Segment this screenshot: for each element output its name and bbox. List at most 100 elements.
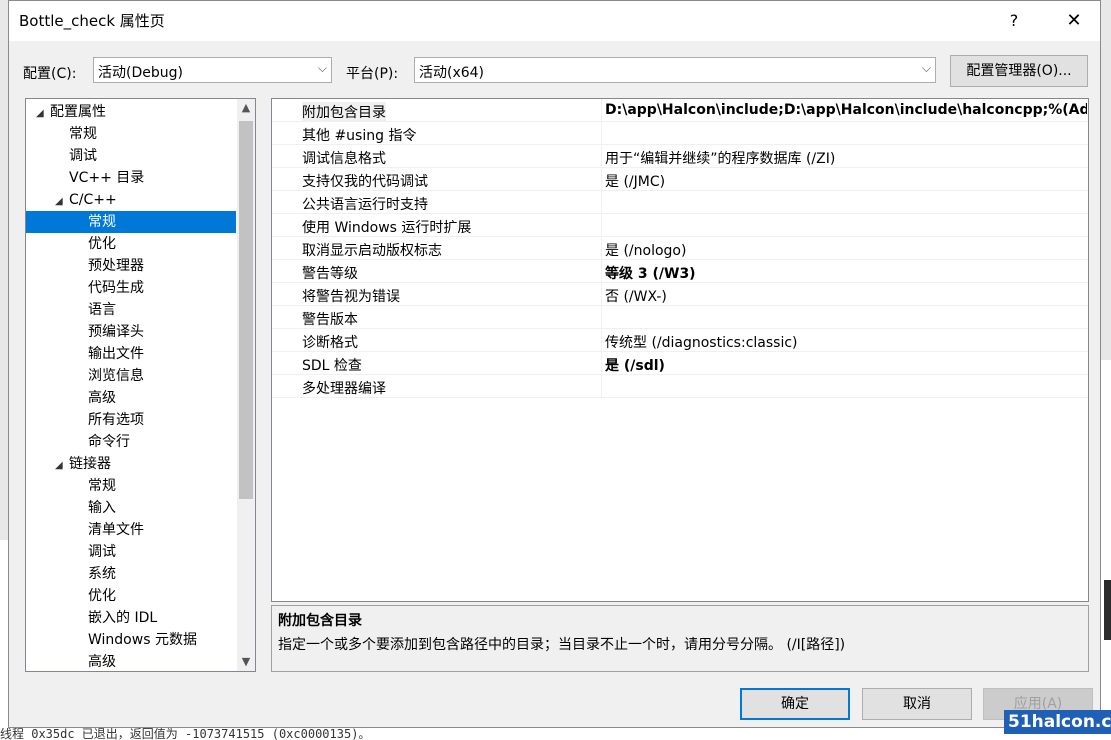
property-row[interactable]: 附加包含目录 D:\app\Halcon\include;D:\app\Halco… — [272, 99, 1088, 122]
property-row[interactable]: 警告等级 等级 3 (/W3) — [272, 260, 1088, 283]
tree-item[interactable]: 输入 — [26, 497, 236, 519]
tree-item[interactable]: 所有选项 — [26, 409, 236, 431]
scroll-thumb[interactable] — [239, 121, 253, 499]
expand-triangle-icon[interactable]: ◢ — [36, 103, 50, 125]
property-pages-dialog: Bottle_check 属性页 ? ✕ 配置(C): 活动(Debug) ⌵ … — [8, 0, 1101, 728]
tree-item-label: 预编译头 — [88, 324, 144, 340]
expand-triangle-icon[interactable]: ◢ — [55, 455, 69, 477]
property-name: 警告等级 — [302, 266, 358, 282]
property-row[interactable]: 支持仅我的代码调试 是 (/JMC) — [272, 168, 1088, 191]
property-name: 调试信息格式 — [302, 151, 386, 167]
property-value[interactable]: 是 (/nologo) — [605, 240, 1087, 260]
tree-item-label: 优化 — [88, 588, 116, 604]
tree-item-label: 代码生成 — [88, 280, 144, 296]
tree-item[interactable]: 预编译头 — [26, 321, 236, 343]
chevron-down-icon: ⌵ — [921, 61, 931, 75]
chevron-down-icon: ⌵ — [317, 61, 327, 75]
tree-item-label: VC++ 目录 — [69, 170, 145, 186]
tree-item-label: Windows 元数据 — [88, 632, 197, 648]
column-divider — [601, 168, 602, 191]
help-button[interactable]: ? — [999, 7, 1029, 35]
tree-item[interactable]: 高级 — [26, 651, 236, 671]
column-divider — [601, 145, 602, 168]
property-row[interactable]: 公共语言运行时支持 — [272, 191, 1088, 214]
config-manager-button[interactable]: 配置管理器(O)... — [950, 55, 1088, 87]
tree-item[interactable]: 常规 — [26, 123, 236, 145]
tree-item[interactable]: ◢ C/C++ — [26, 189, 236, 211]
tree-item[interactable]: 常规 — [26, 475, 236, 497]
tree-item[interactable]: ◢ 配置属性 — [26, 101, 236, 123]
property-row[interactable]: 使用 Windows 运行时扩展 — [272, 214, 1088, 237]
property-grid: 附加包含目录 D:\app\Halcon\include;D:\app\Halco… — [271, 98, 1089, 602]
property-name: 附加包含目录 — [302, 102, 386, 122]
tree-item-label: 浏览信息 — [88, 368, 144, 384]
scroll-down-icon[interactable]: ▼ — [237, 653, 255, 671]
property-name: 警告版本 — [302, 312, 358, 328]
tree-item[interactable]: 高级 — [26, 387, 236, 409]
tree-item-label: C/C++ — [69, 192, 117, 208]
property-value[interactable]: 传统型 (/diagnostics:classic) — [605, 332, 1087, 352]
tree-item[interactable]: 语言 — [26, 299, 236, 321]
property-row[interactable]: 将警告视为错误 否 (/WX-) — [272, 283, 1088, 306]
property-value[interactable]: D:\app\Halcon\include;D:\app\Halcon\incl… — [605, 102, 1087, 118]
config-value: 活动(Debug) — [98, 65, 183, 81]
property-row[interactable]: 诊断格式 传统型 (/diagnostics:classic) — [272, 329, 1088, 352]
property-value[interactable]: 用于“编辑并继续”的程序数据库 (/ZI) — [605, 148, 1087, 168]
tree-item[interactable]: Windows 元数据 — [26, 629, 236, 651]
platform-dropdown[interactable]: 活动(x64) ⌵ — [414, 57, 936, 83]
tree-item[interactable]: 常规 — [26, 211, 236, 233]
ok-button[interactable]: 确定 — [740, 688, 850, 720]
tree-item[interactable]: 嵌入的 IDL — [26, 607, 236, 629]
tree-item[interactable]: 浏览信息 — [26, 365, 236, 387]
column-divider — [601, 99, 602, 122]
property-row[interactable]: 其他 #using 指令 — [272, 122, 1088, 145]
column-divider — [601, 375, 602, 398]
property-row[interactable]: 多处理器编译 — [272, 375, 1088, 398]
description-panel: 附加包含目录 指定一个或多个要添加到包含路径中的目录；当目录不止一个时，请用分号… — [271, 605, 1089, 672]
property-row[interactable]: 调试信息格式 用于“编辑并继续”的程序数据库 (/ZI) — [272, 145, 1088, 168]
close-icon[interactable]: ✕ — [1057, 7, 1091, 35]
expand-triangle-icon[interactable]: ◢ — [55, 191, 69, 213]
tree-item[interactable]: 预处理器 — [26, 255, 236, 277]
property-value[interactable]: 否 (/WX-) — [605, 286, 1087, 306]
property-row[interactable]: 取消显示启动版权标志 是 (/nologo) — [272, 237, 1088, 260]
cancel-button[interactable]: 取消 — [862, 688, 972, 720]
tree-item[interactable]: 调试 — [26, 145, 236, 167]
tree-item-label: 高级 — [88, 390, 116, 406]
tree-item-label: 调试 — [88, 544, 116, 560]
tree-item-label: 常规 — [88, 478, 116, 494]
tree-item-label: 高级 — [88, 654, 116, 670]
column-divider — [601, 191, 602, 214]
tree-item-label: 输出文件 — [88, 346, 144, 362]
config-dropdown[interactable]: 活动(Debug) ⌵ — [93, 57, 332, 83]
tree-item[interactable]: 优化 — [26, 233, 236, 255]
background-output-line: 线程 0x35dc 已退出，返回值为 -1073741515 (0xc00001… — [0, 728, 1111, 740]
title-bar: Bottle_check 属性页 ? ✕ — [9, 1, 1100, 41]
column-divider — [601, 122, 602, 145]
config-label: 配置(C): — [23, 66, 77, 82]
tree-item[interactable]: 命令行 — [26, 431, 236, 453]
tree-scrollbar[interactable]: ▲ ▼ — [237, 99, 255, 671]
tree-item[interactable]: 系统 — [26, 563, 236, 585]
property-value[interactable]: 等级 3 (/W3) — [605, 263, 1087, 283]
tree-item-label: 调试 — [69, 148, 97, 164]
column-divider — [601, 237, 602, 260]
tree-item[interactable]: 输出文件 — [26, 343, 236, 365]
property-row[interactable]: SDL 检查 是 (/sdl) — [272, 352, 1088, 375]
property-value[interactable]: 是 (/JMC) — [605, 171, 1087, 191]
column-divider — [601, 214, 602, 237]
tree-item-label: 配置属性 — [50, 104, 106, 120]
property-tree: ◢ 配置属性 常规 调试 VC++ 目录 ◢ C/C++ 常规 优化 预处理器 代码生成 语言 预编译头… — [25, 98, 256, 672]
scroll-up-icon[interactable]: ▲ — [237, 99, 255, 117]
tree-item[interactable]: VC++ 目录 — [26, 167, 236, 189]
tree-item[interactable]: ◢ 链接器 — [26, 453, 236, 475]
platform-value: 活动(x64) — [419, 65, 485, 81]
tree-item[interactable]: 优化 — [26, 585, 236, 607]
property-row[interactable]: 警告版本 — [272, 306, 1088, 329]
tree-item[interactable]: 调试 — [26, 541, 236, 563]
column-divider — [601, 260, 602, 283]
platform-label: 平台(P): — [346, 66, 399, 82]
property-value[interactable]: 是 (/sdl) — [605, 355, 1087, 375]
tree-item[interactable]: 代码生成 — [26, 277, 236, 299]
tree-item[interactable]: 清单文件 — [26, 519, 236, 541]
